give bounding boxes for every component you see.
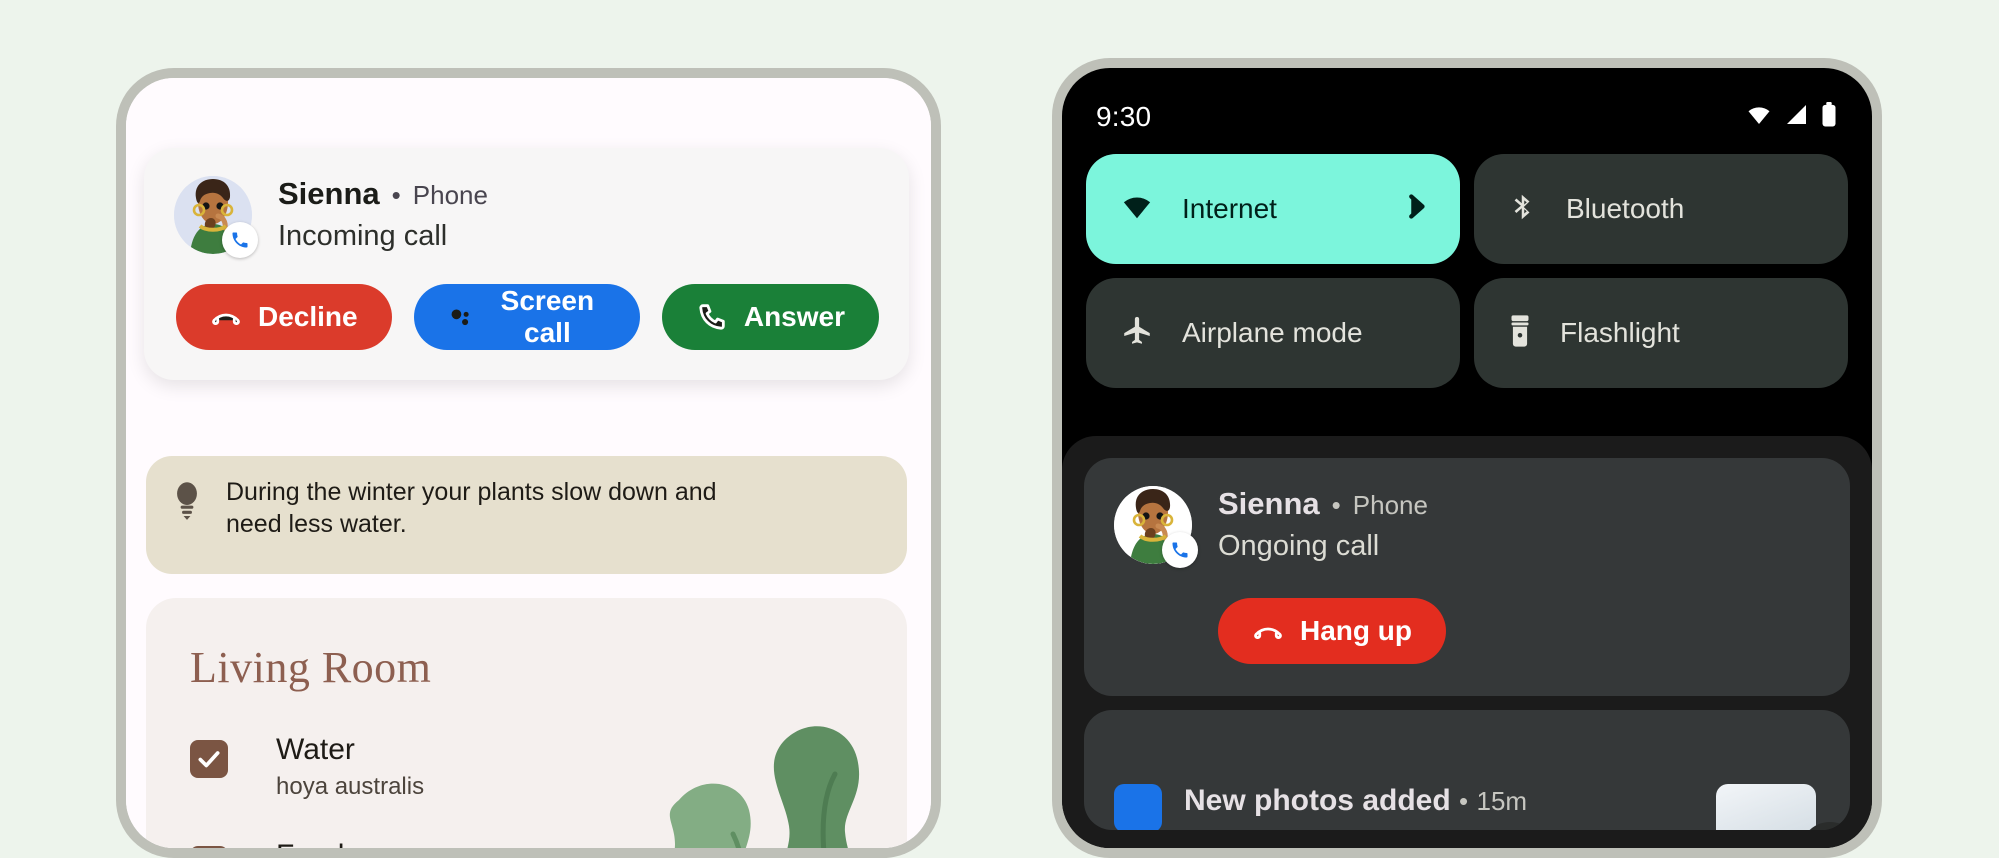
assistant-icon [451, 309, 469, 326]
notification-header: Sienna • Phone Incoming call [174, 176, 879, 258]
incoming-call-notification[interactable]: Sienna • Phone Incoming call Decline Scr… [144, 148, 909, 380]
phone-icon [1172, 542, 1188, 558]
checkbox-water[interactable] [190, 740, 228, 778]
tile-bluetooth-label: Bluetooth [1566, 193, 1685, 224]
notification-text: Sienna • Phone Incoming call [278, 176, 488, 253]
tile-airplane-mode[interactable]: Airplane mode [1086, 278, 1460, 388]
tile-flashlight[interactable]: Flashlight [1474, 278, 1848, 388]
task-row-water[interactable]: Water hoya australis [190, 732, 424, 801]
check-icon [198, 751, 220, 768]
bluetooth-icon [1508, 190, 1538, 229]
call-end-icon [1254, 627, 1282, 639]
photo-thumbnail [1716, 784, 1816, 830]
call-actions: Hang up [1114, 598, 1820, 664]
screen-call-button[interactable]: Screen call [413, 284, 640, 350]
tile-bluetooth[interactable]: Bluetooth [1474, 154, 1848, 264]
living-room-card: Living Room Water hoya australis [146, 598, 907, 848]
notification-app: Phone [1352, 490, 1428, 520]
notification-separator: • [1331, 490, 1341, 520]
wifi-icon [1744, 103, 1774, 132]
task-subtitle: hoya australis [276, 773, 425, 801]
ongoing-call-notification[interactable]: Sienna • Phone Ongoing call Hang up [1084, 458, 1850, 696]
phone-right-screen: 9:30 Internet Bluetooth Airplane mode Fl… [1062, 68, 1872, 848]
notification-title-row: Sienna • Phone [278, 176, 488, 212]
hang-up-button[interactable]: Hang up [1218, 598, 1446, 664]
quick-settings-row-2: Airplane mode Flashlight [1086, 278, 1848, 388]
phone-icon [232, 232, 248, 248]
task-water-text: Water hoya australis [276, 732, 424, 801]
tile-airplane-mode-label: Airplane mode [1182, 317, 1363, 348]
notification-sender: Sienna [278, 176, 380, 211]
notification-body: Ongoing call [1218, 530, 1380, 562]
phone-left: 9:30 [116, 68, 941, 858]
notification-title-row: Sienna • Phone [1218, 486, 1428, 522]
notification-header: Sienna • Phone Ongoing call [1114, 486, 1820, 568]
notification-shade: Sienna • Phone Ongoing call Hang up New … [1062, 436, 1872, 848]
quick-settings-row-1: Internet Bluetooth [1086, 154, 1848, 264]
decline-label: Decline [258, 301, 358, 332]
screenshot-stage: 9:30 [0, 0, 1999, 858]
wifi-icon [1120, 192, 1154, 227]
right-status-bar-start: 9:30 [1096, 101, 1151, 133]
winter-tip-card: During the winter your plants slow down … [146, 456, 907, 574]
photos-notification-separator: • [1459, 786, 1469, 816]
signal-icon [1783, 103, 1811, 132]
plant-illustration [669, 726, 860, 848]
photos-notification-title: New photos added [1184, 784, 1451, 817]
screen-call-label: Screen call [500, 285, 595, 348]
call-end-icon [212, 313, 240, 325]
chevron-right-icon[interactable] [1400, 192, 1430, 227]
airplane-icon [1120, 314, 1154, 353]
phone-badge [1162, 532, 1198, 568]
tile-internet[interactable]: Internet [1086, 154, 1460, 264]
checkbox-feed[interactable] [190, 846, 228, 848]
phone-badge [222, 222, 258, 258]
phone-left-screen: 9:30 [126, 78, 931, 848]
notification-body: Incoming call [278, 220, 448, 252]
battery-icon [1820, 101, 1838, 133]
flashlight-icon [1508, 314, 1532, 353]
call-actions: Decline Screen call Answer [174, 284, 879, 350]
notification-separator: • [391, 180, 401, 210]
status-time: 9:30 [1096, 101, 1152, 132]
decline-button[interactable]: Decline [176, 284, 392, 350]
photos-notification-title-row: New photos added • 15m [1184, 784, 1527, 818]
room-title: Living Room [190, 643, 432, 692]
avatar [1114, 486, 1198, 568]
lightbulb-icon [170, 480, 204, 525]
right-status-bar-end [1744, 101, 1838, 133]
winter-tip-text: During the winter your plants slow down … [226, 478, 717, 538]
photos-notification[interactable]: New photos added • 15m [1084, 710, 1850, 830]
tile-flashlight-label: Flashlight [1560, 317, 1680, 348]
notification-sender: Sienna [1218, 486, 1320, 521]
photos-notification-time: 15m [1476, 786, 1528, 816]
hang-up-label: Hang up [1300, 615, 1412, 646]
quick-settings-panel: Internet Bluetooth Airplane mode Flashli… [1062, 140, 1872, 402]
task-name: Water [276, 733, 355, 766]
avatar [174, 176, 258, 258]
phone-right: 9:30 Internet Bluetooth Airplane mode Fl… [1052, 58, 1882, 858]
notification-app: Phone [412, 180, 488, 210]
call-icon [699, 304, 725, 330]
answer-button[interactable]: Answer [661, 284, 879, 350]
answer-label: Answer [743, 301, 845, 332]
notification-text: Sienna • Phone Ongoing call [1218, 486, 1428, 563]
photos-icon [1114, 784, 1162, 830]
tile-internet-label: Internet [1182, 193, 1277, 224]
right-status-bar: 9:30 [1062, 68, 1872, 140]
